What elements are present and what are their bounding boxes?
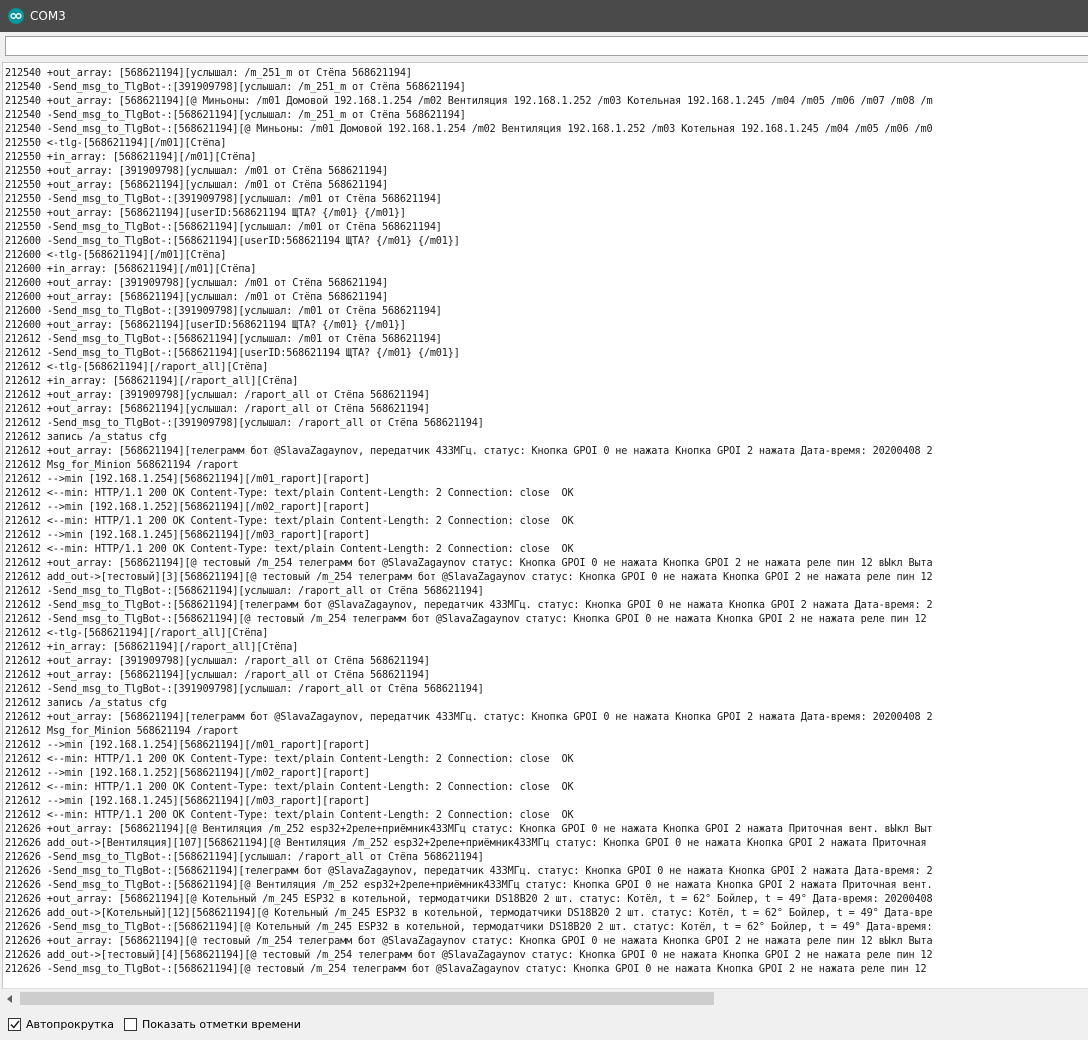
log-line: 212626 -Send_msg_to_TlgBot-:[568621194][…	[5, 922, 933, 933]
log-line: 212612 +out_array: [391909798][услышал: …	[5, 390, 430, 401]
log-line: 212612 -->min [192.168.1.252][568621194]…	[5, 768, 370, 779]
log-line: 212612 add_out->[тестовый][3][568621194]…	[5, 572, 933, 583]
autoscroll-checkbox[interactable]	[8, 1017, 21, 1031]
log-lines: 212540 +out_array: [568621194][услышал: …	[5, 67, 933, 977]
log-line: 212626 +out_array: [568621194][@ Котельн…	[5, 894, 933, 905]
log-line: 212612 -Send_msg_to_TlgBot-:[391909798][…	[5, 684, 484, 695]
log-line: 212626 -Send_msg_to_TlgBot-:[568621194][…	[5, 852, 484, 863]
log-line: 212612 <-tlg-[568621194][/raport_all][Ст…	[5, 362, 269, 373]
log-line: 212612 -Send_msg_to_TlgBot-:[568621194][…	[5, 586, 484, 597]
log-line: 212626 add_out->[тестовый][4][568621194]…	[5, 950, 933, 961]
log-line: 212600 +out_array: [568621194][userID:56…	[5, 320, 406, 331]
log-line: 212626 add_out->[Котельный][12][56862119…	[5, 908, 933, 919]
log-line: 212612 +out_array: [568621194][телеграмм…	[5, 446, 933, 457]
arduino-icon	[8, 8, 24, 24]
log-line: 212612 -->min [192.168.1.254][568621194]…	[5, 740, 370, 751]
log-line: 212612 <--min: HTTP/1.1 200 OK Content-T…	[5, 810, 574, 821]
log-line: 212612 <--min: HTTP/1.1 200 OK Content-T…	[5, 544, 574, 555]
log-line: 212612 -Send_msg_to_TlgBot-:[568621194][…	[5, 348, 460, 359]
log-line: 212612 <--min: HTTP/1.1 200 OK Content-T…	[5, 754, 574, 765]
log-line: 212600 +out_array: [391909798][услышал: …	[5, 278, 388, 289]
timestamps-option[interactable]: Показать отметки времени	[123, 1017, 301, 1031]
log-line: 212612 <-tlg-[568621194][/raport_all][Ст…	[5, 628, 269, 639]
log-line: 212612 <--min: HTTP/1.1 200 OK Content-T…	[5, 782, 574, 793]
log-line: 212612 Msg_for_Minion 568621194 /raport	[5, 460, 239, 471]
log-line: 212612 +out_array: [568621194][услышал: …	[5, 404, 430, 415]
log-line: 212540 -Send_msg_to_TlgBot-:[568621194][…	[5, 124, 933, 135]
log-line: 212626 +out_array: [568621194][@ Вентиля…	[5, 824, 933, 835]
log-line: 212540 -Send_msg_to_TlgBot-:[568621194][…	[5, 110, 466, 121]
log-line: 212612 Msg_for_Minion 568621194 /raport	[5, 726, 239, 737]
send-row	[0, 32, 1088, 62]
log-line: 212612 запись /a_status cfg	[5, 698, 167, 709]
log-line: 212612 +out_array: [568621194][@ тестовы…	[5, 558, 933, 569]
autoscroll-option[interactable]: Автопрокрутка	[8, 1017, 114, 1031]
footer-bar: Автопрокрутка Показать отметки времени	[0, 1008, 1088, 1040]
serial-output[interactable]: 212540 +out_array: [568621194][услышал: …	[2, 62, 1088, 989]
log-line: 212612 -Send_msg_to_TlgBot-:[391909798][…	[5, 418, 484, 429]
log-line: 212540 +out_array: [568621194][@ Миньоны…	[5, 96, 933, 107]
log-line: 212600 -Send_msg_to_TlgBot-:[391909798][…	[5, 306, 442, 317]
log-line: 212540 +out_array: [568621194][услышал: …	[5, 68, 412, 79]
log-line: 212550 +in_array: [568621194][/m01][Стёп…	[5, 152, 257, 163]
horizontal-scrollbar[interactable]	[2, 988, 1088, 1009]
send-input[interactable]	[5, 36, 1088, 56]
log-line: 212612 -Send_msg_to_TlgBot-:[568621194][…	[5, 600, 933, 611]
timestamps-checkbox[interactable]	[123, 1017, 137, 1031]
log-line: 212612 <--min: HTTP/1.1 200 OK Content-T…	[5, 516, 574, 527]
window-title: COM3	[30, 9, 66, 23]
log-line: 212626 +out_array: [568621194][@ тестовы…	[5, 936, 933, 947]
title-bar: COM3	[0, 0, 1088, 32]
log-line: 212550 <-tlg-[568621194][/m01][Стёпа]	[5, 138, 227, 149]
log-line: 212612 -->min [192.168.1.254][568621194]…	[5, 474, 370, 485]
scrollbar-thumb[interactable]	[20, 992, 714, 1005]
log-line: 212540 -Send_msg_to_TlgBot-:[391909798][…	[5, 82, 466, 93]
log-line: 212612 +out_array: [568621194][услышал: …	[5, 670, 430, 681]
log-line: 212600 -Send_msg_to_TlgBot-:[568621194][…	[5, 236, 460, 247]
log-line: 212612 -Send_msg_to_TlgBot-:[568621194][…	[5, 334, 442, 345]
timestamps-label: Показать отметки времени	[141, 1017, 301, 1031]
log-line: 212550 +out_array: [568621194][услышал: …	[5, 180, 388, 191]
log-line: 212612 +in_array: [568621194][/raport_al…	[5, 376, 299, 387]
log-line: 212550 -Send_msg_to_TlgBot-:[568621194][…	[5, 222, 442, 233]
log-line: 212626 -Send_msg_to_TlgBot-:[568621194][…	[5, 964, 927, 975]
log-line: 212626 -Send_msg_to_TlgBot-:[568621194][…	[5, 880, 933, 891]
log-line: 212612 <--min: HTTP/1.1 200 OK Content-T…	[5, 488, 574, 499]
log-line: 212550 +out_array: [391909798][услышал: …	[5, 166, 388, 177]
log-line: 212612 -->min [192.168.1.245][568621194]…	[5, 530, 370, 541]
log-line: 212612 +out_array: [568621194][телеграмм…	[5, 712, 933, 723]
arrow-left-icon[interactable]	[4, 993, 16, 1005]
checkmark-icon	[9, 1020, 20, 1029]
log-line: 212626 -Send_msg_to_TlgBot-:[568621194][…	[5, 866, 933, 877]
log-line: 212550 +out_array: [568621194][userID:56…	[5, 208, 406, 219]
log-line: 212600 +in_array: [568621194][/m01][Стёп…	[5, 264, 257, 275]
log-line: 212612 +in_array: [568621194][/raport_al…	[5, 642, 299, 653]
log-line: 212612 -->min [192.168.1.245][568621194]…	[5, 796, 370, 807]
log-line: 212626 add_out->[Вентиляция][107][568621…	[5, 838, 927, 849]
log-line: 212600 <-tlg-[568621194][/m01][Стёпа]	[5, 250, 227, 261]
log-line: 212612 запись /a_status cfg	[5, 432, 167, 443]
autoscroll-label: Автопрокрутка	[26, 1017, 114, 1031]
log-line: 212612 +out_array: [391909798][услышал: …	[5, 656, 430, 667]
log-line: 212600 +out_array: [568621194][услышал: …	[5, 292, 388, 303]
log-line: 212612 -->min [192.168.1.252][568621194]…	[5, 502, 370, 513]
log-line: 212612 -Send_msg_to_TlgBot-:[568621194][…	[5, 614, 927, 625]
log-line: 212550 -Send_msg_to_TlgBot-:[391909798][…	[5, 194, 442, 205]
